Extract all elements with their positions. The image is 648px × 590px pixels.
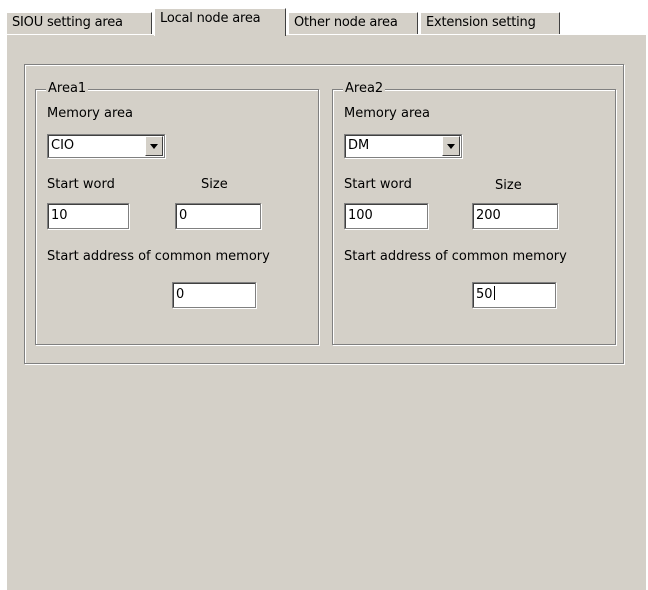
tab-other-node-area[interactable]: Other node area xyxy=(288,12,418,34)
tab-panel: Area1 Memory area CIO Start word Size 10… xyxy=(6,34,646,590)
area2-size-label: Size xyxy=(495,178,522,193)
area1-memory-area-select[interactable]: CIO xyxy=(47,134,165,158)
chevron-down-icon xyxy=(447,144,455,149)
tab-siou-setting-area[interactable]: SIOU setting area xyxy=(6,12,152,34)
area2-common-memory-input[interactable]: 50 xyxy=(472,282,556,308)
area2-memory-area-value: DM xyxy=(348,138,370,153)
area1-size-input[interactable]: 0 xyxy=(175,203,261,229)
area1-title: Area1 xyxy=(46,81,89,96)
area2-dropdown-button[interactable] xyxy=(442,136,460,156)
area1-common-memory-input[interactable]: 0 xyxy=(172,282,256,308)
tab-extension-setting[interactable]: Extension setting xyxy=(420,12,560,34)
area1-size-label: Size xyxy=(201,177,228,192)
area1-dropdown-button[interactable] xyxy=(145,136,163,156)
area1-common-memory-label: Start address of common memory xyxy=(47,249,270,264)
area2-common-memory-label: Start address of common memory xyxy=(344,249,567,264)
tab-local-node-area[interactable]: Local node area xyxy=(154,8,286,36)
area2-title: Area2 xyxy=(343,81,386,96)
area1-memory-area-label: Memory area xyxy=(47,106,133,121)
tab-strip: SIOU setting area Local node area Other … xyxy=(6,8,606,36)
area2-start-word-input[interactable]: 100 xyxy=(344,203,428,229)
area2-memory-area-label: Memory area xyxy=(344,106,430,121)
area1-memory-area-value: CIO xyxy=(51,138,75,153)
text-caret xyxy=(493,286,495,300)
area2-start-word-label: Start word xyxy=(344,177,412,192)
area1-start-word-input[interactable]: 10 xyxy=(47,203,129,229)
area1-group: Area1 Memory area CIO Start word Size 10… xyxy=(35,81,319,345)
area2-memory-area-select[interactable]: DM xyxy=(344,134,462,158)
area2-common-memory-value: 50 xyxy=(476,287,493,302)
area1-start-word-label: Start word xyxy=(47,177,115,192)
area2-size-input[interactable]: 200 xyxy=(472,203,558,229)
area2-group: Area2 Memory area DM Start word Size 100… xyxy=(332,81,616,345)
chevron-down-icon xyxy=(150,144,158,149)
